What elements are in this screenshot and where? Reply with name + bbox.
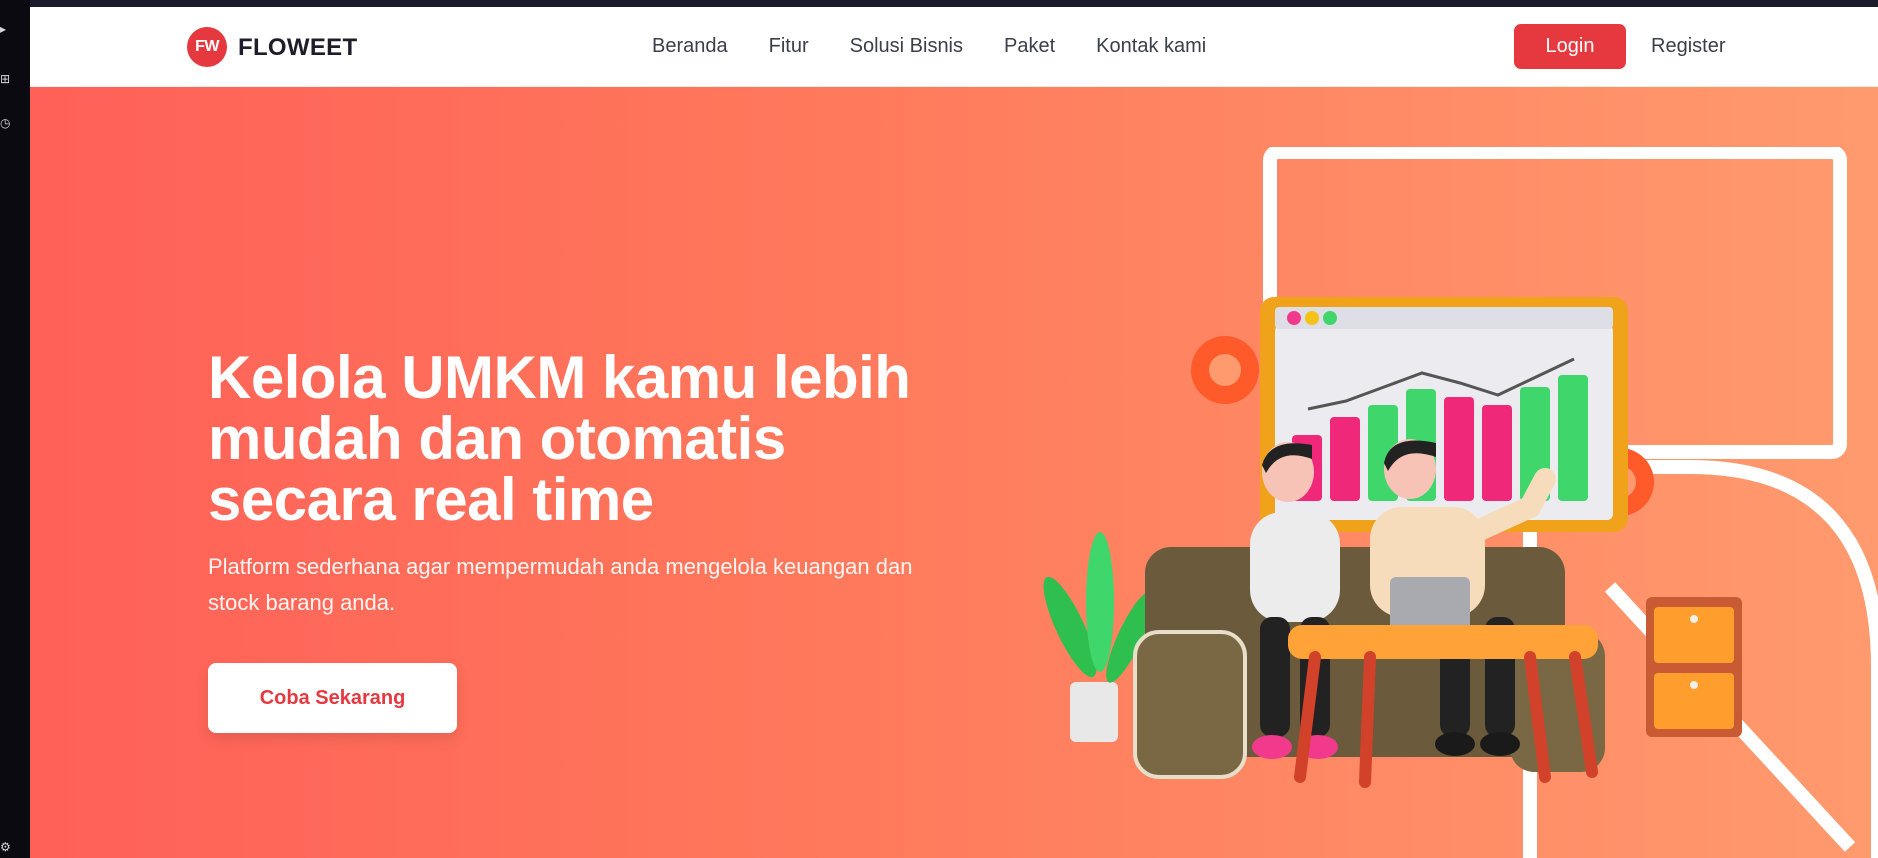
- login-button[interactable]: Login: [1514, 24, 1626, 69]
- drawer-knob: [1690, 615, 1698, 623]
- nav-link-kontak-kami[interactable]: Kontak kami: [1096, 35, 1206, 58]
- nav-link-fitur[interactable]: Fitur: [769, 35, 809, 58]
- business-analytics-illustration: [1043, 147, 1878, 858]
- hero-section: Kelola UMKM kamu lebih mudah dan otomati…: [30, 87, 1878, 858]
- plant-pot: [1070, 682, 1118, 742]
- logo-badge[interactable]: FW: [187, 27, 227, 67]
- hero-subtitle: Platform sederhana agar mempermudah anda…: [208, 554, 913, 615]
- plant-leaf: [1086, 532, 1114, 672]
- bar-mark: [1482, 405, 1512, 501]
- sofa-arm: [1133, 630, 1247, 779]
- nav-link-beranda[interactable]: Beranda: [652, 35, 728, 58]
- app-side-rail: ▸ ⊞ ◷ ⚙: [0, 0, 30, 858]
- bar-mark: [1330, 417, 1360, 501]
- register-link[interactable]: Register: [1651, 35, 1725, 58]
- window-dot-icon: [1287, 311, 1301, 325]
- gear-icon: [1191, 336, 1259, 404]
- navbar: FW FLOWEET Beranda Fitur Solusi Bisnis P…: [30, 7, 1878, 87]
- landing-page: FW FLOWEET Beranda Fitur Solusi Bisnis P…: [30, 7, 1878, 858]
- table-leg: [1359, 651, 1376, 788]
- settings-icon[interactable]: ⚙: [0, 840, 14, 854]
- arrow-icon[interactable]: ▸: [0, 22, 14, 36]
- contacts-icon[interactable]: ⊞: [0, 72, 14, 86]
- window-dot-icon: [1323, 311, 1337, 325]
- try-now-button[interactable]: Coba Sekarang: [208, 663, 457, 733]
- drawer-knob: [1690, 681, 1698, 689]
- browser-top-strip: [0, 0, 1878, 7]
- bar-mark: [1444, 397, 1474, 501]
- nav-link-paket[interactable]: Paket: [1004, 35, 1055, 58]
- coffee-table: [1288, 625, 1598, 659]
- hero-title: Kelola UMKM kamu lebih mudah dan otomati…: [208, 344, 911, 533]
- history-icon[interactable]: ◷: [0, 116, 14, 130]
- main-nav: Beranda Fitur Solusi Bisnis Paket Kontak…: [652, 35, 1206, 58]
- laptop: [1390, 577, 1470, 633]
- window-dot-icon: [1305, 311, 1319, 325]
- bar-mark: [1558, 375, 1588, 501]
- brand-name[interactable]: FLOWEET: [238, 34, 357, 62]
- nav-link-solusi-bisnis[interactable]: Solusi Bisnis: [850, 35, 963, 58]
